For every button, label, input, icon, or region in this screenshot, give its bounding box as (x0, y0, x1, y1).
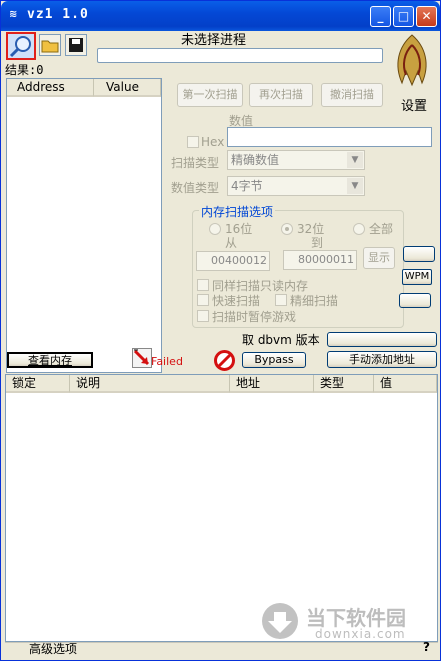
same-scan-checkbox[interactable] (197, 279, 209, 291)
start-address-input[interactable]: 00400012 (196, 251, 270, 271)
select-process-button[interactable] (6, 32, 36, 60)
scan-type-value: 精确数值 (231, 153, 280, 167)
no-entry-icon[interactable] (214, 350, 235, 371)
next-scan-button[interactable]: 再次扫描 (249, 83, 313, 107)
pause-game-checkbox[interactable] (197, 310, 209, 322)
memory-options-title: 内存扫描选项 (199, 203, 276, 220)
value-type-label: 数值类型 (171, 181, 220, 195)
result-count: 结果:0 (5, 63, 44, 77)
column-type[interactable]: 类型 (314, 375, 374, 393)
hex-checkbox[interactable] (187, 136, 199, 148)
save-file-button[interactable] (65, 34, 87, 56)
undo-scan-button[interactable]: 撤消扫描 (321, 83, 383, 107)
column-address[interactable]: Address (7, 79, 94, 97)
dbvm-button[interactable] (327, 332, 437, 347)
radio-all-label: 全部 (369, 222, 394, 236)
floppy-disk-icon (69, 38, 83, 52)
open-file-button[interactable] (39, 34, 61, 56)
advanced-options-label[interactable]: 高级选项 (29, 640, 77, 657)
minimize-button[interactable]: _ (370, 6, 391, 27)
wpm-button[interactable]: WPM (402, 269, 432, 285)
view-memory-button[interactable]: 查看内存 (7, 352, 93, 368)
maximize-button[interactable]: □ (393, 6, 414, 27)
failed-status: Failed (151, 355, 183, 368)
radio-all[interactable] (353, 223, 365, 235)
watermark-domain: downxia.com (315, 627, 406, 641)
column-lock[interactable]: 锁定 (6, 375, 70, 393)
client-area: 未选择进程 设置 结果:0 Address Value 第一次扫描 再次扫描 撤… (5, 31, 438, 658)
right-button-1[interactable] (403, 246, 435, 262)
title-bar[interactable]: ≋ vz1 1.0 _ □ ✕ (1, 1, 440, 31)
chevron-down-icon: ▼ (347, 178, 363, 194)
magnifier-icon (9, 36, 31, 58)
close-button[interactable]: ✕ (416, 6, 437, 27)
fine-scan-checkbox[interactable] (275, 294, 287, 306)
progress-bar (97, 48, 383, 63)
column-value[interactable]: Value (94, 79, 161, 97)
to-label: 到 (311, 236, 324, 250)
value-type-value: 4字节 (231, 179, 263, 193)
radio-16bit[interactable] (209, 223, 221, 235)
found-results-list[interactable]: Address Value (6, 78, 162, 373)
end-address-input[interactable]: 80000011 (283, 250, 357, 270)
radio-32bit[interactable] (281, 223, 293, 235)
first-scan-button[interactable]: 第一次扫描 (177, 83, 243, 107)
logo-icon[interactable] (390, 31, 434, 89)
value-input[interactable] (227, 127, 432, 147)
add-address-button[interactable]: 手动添加地址 (327, 351, 437, 368)
value-type-select[interactable]: 4字节 ▼ (227, 176, 365, 196)
scan-type-select[interactable]: 精确数值 ▼ (227, 150, 365, 170)
settings-label[interactable]: 设置 (401, 95, 427, 114)
address-table[interactable]: 锁定 说明 地址 类型 值 当下软件园 downxia.com (5, 374, 438, 642)
scan-type-label: 扫描类型 (171, 156, 220, 170)
fast-scan-label: 快速扫描 (212, 294, 261, 308)
process-label: 未选择进程 (181, 33, 247, 48)
pointer-icon[interactable] (132, 348, 152, 368)
main-window: ≋ vz1 1.0 _ □ ✕ 未选择进程 设置 结果:0 Address Va… (0, 0, 441, 661)
app-icon: ≋ (9, 9, 18, 20)
folder-open-icon (41, 40, 59, 53)
hex-label: Hex (201, 135, 225, 149)
column-address[interactable]: 地址 (230, 375, 314, 393)
column-value[interactable]: 值 (374, 375, 437, 393)
dbvm-version-label: 取 dbvm 版本 (242, 333, 320, 347)
fast-scan-checkbox[interactable] (197, 294, 209, 306)
watermark-logo (262, 603, 298, 639)
pause-game-label: 扫描时暂停游戏 (212, 310, 297, 324)
right-button-2[interactable] (399, 293, 431, 308)
chevron-down-icon: ▼ (347, 152, 363, 168)
fine-scan-label: 精细扫描 (290, 294, 339, 308)
show-button[interactable]: 显示 (363, 247, 395, 269)
download-arrow-icon (268, 612, 292, 633)
help-icon[interactable]: ? (423, 640, 430, 654)
bypass-button[interactable]: Bypass (242, 352, 306, 368)
from-label: 从 (225, 236, 238, 250)
window-title: vz1 1.0 (27, 7, 89, 22)
column-description[interactable]: 说明 (70, 375, 230, 393)
